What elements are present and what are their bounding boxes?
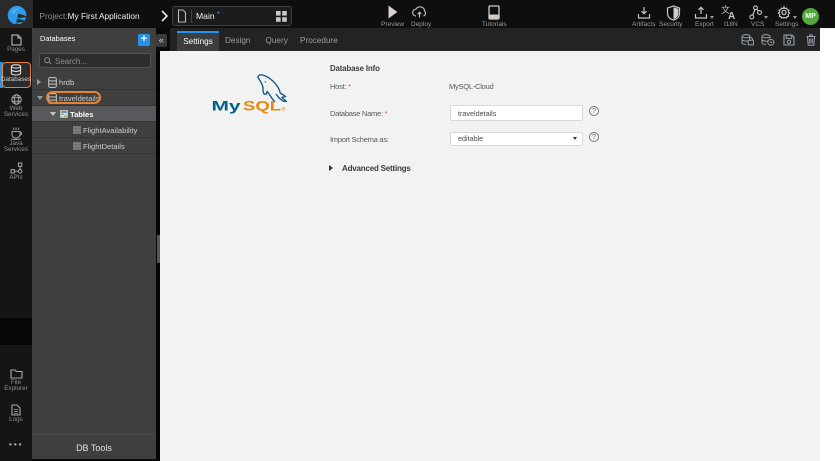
svg-text:®: ®	[282, 106, 286, 113]
svg-text:My: My	[212, 98, 241, 114]
svg-text:A: A	[728, 11, 735, 20]
svg-text:SQL: SQL	[243, 98, 282, 114]
